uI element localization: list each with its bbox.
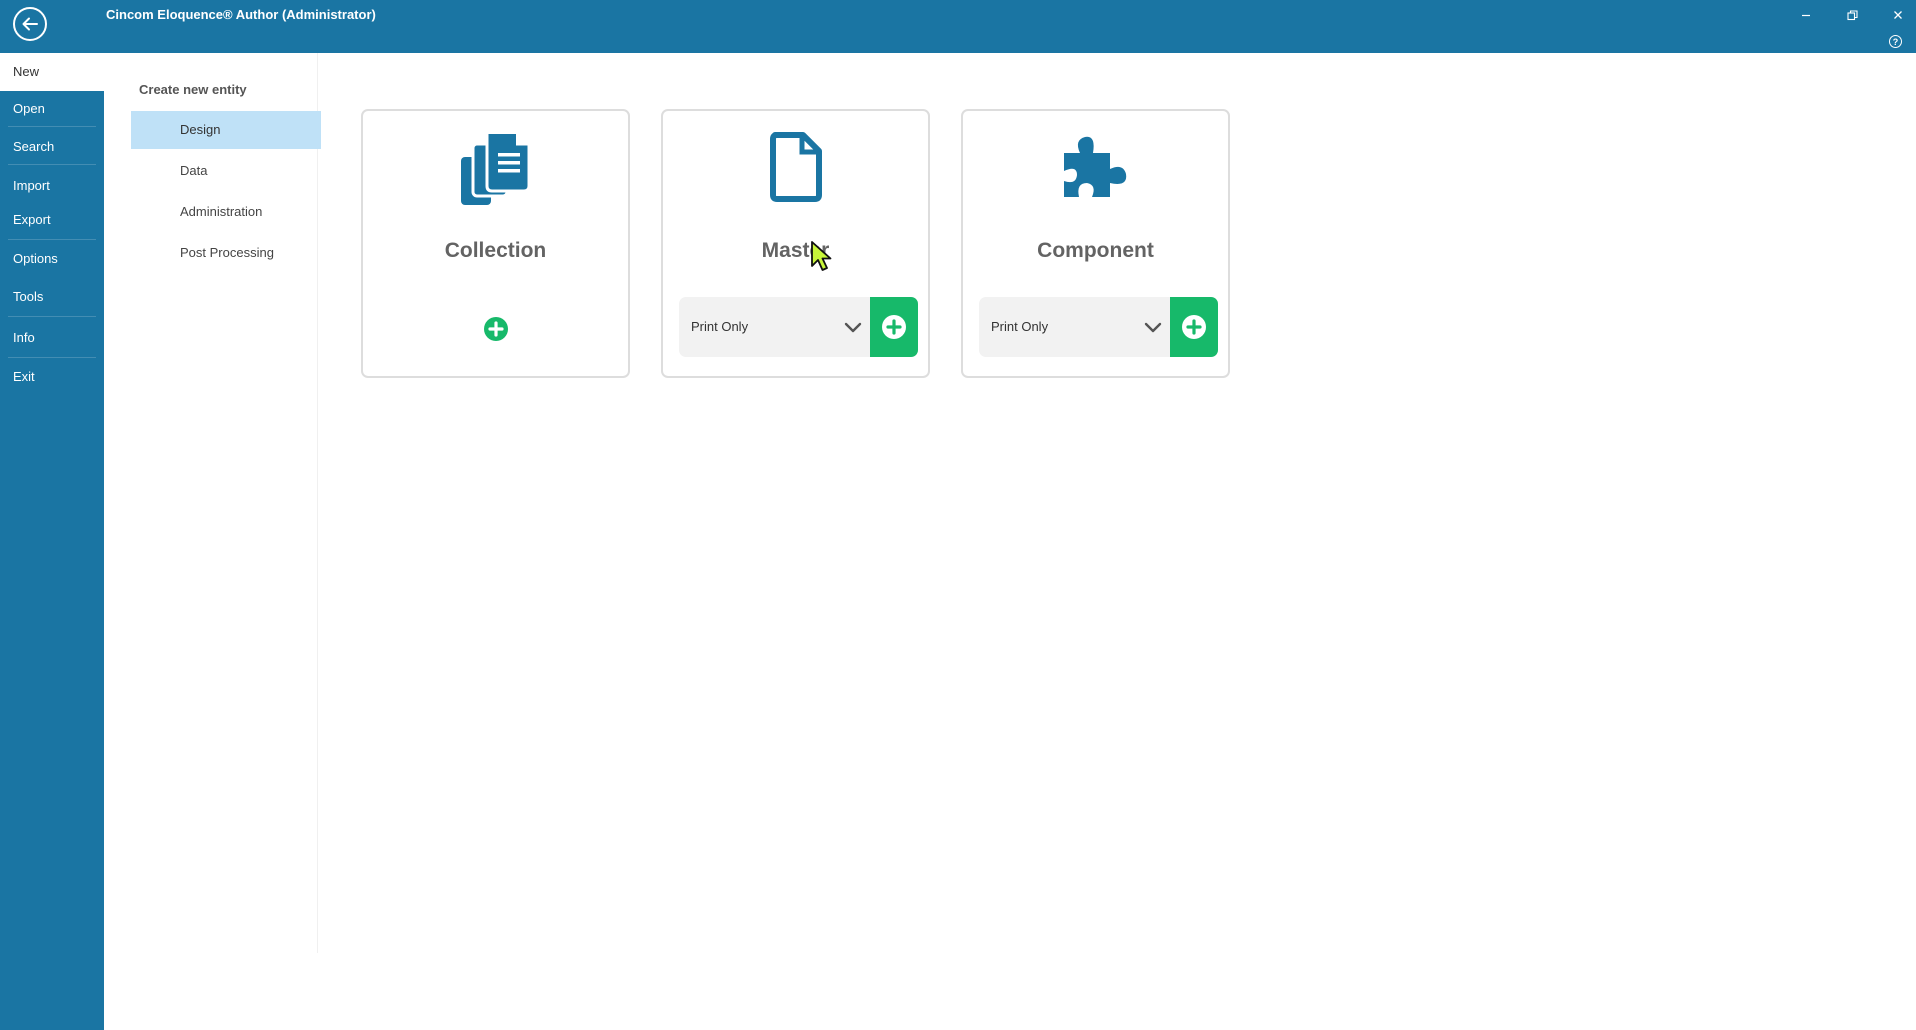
dropdown-value: Print Only bbox=[991, 319, 1049, 334]
category-item-data[interactable]: Data bbox=[131, 152, 321, 190]
document-icon bbox=[769, 132, 822, 202]
mouse-cursor-icon bbox=[811, 241, 832, 271]
close-icon bbox=[1894, 11, 1902, 19]
nav-item-label: Import bbox=[13, 178, 50, 193]
nav-item-new[interactable]: New bbox=[0, 53, 104, 91]
add-component-button[interactable] bbox=[1170, 297, 1218, 357]
nav-item-label: Tools bbox=[13, 289, 44, 304]
nav-item-label: Search bbox=[13, 139, 55, 154]
nav-item-label: New bbox=[13, 64, 40, 79]
close-button[interactable] bbox=[1886, 6, 1910, 24]
category-item-administration[interactable]: Administration bbox=[131, 193, 321, 231]
back-button[interactable] bbox=[13, 7, 47, 41]
documents-stack-icon bbox=[460, 131, 530, 205]
component-card[interactable]: Component Print Only bbox=[961, 109, 1230, 378]
minimize-button[interactable] bbox=[1794, 6, 1818, 24]
category-item-design[interactable]: Design bbox=[131, 111, 321, 149]
nav-item-open[interactable]: Open bbox=[0, 101, 104, 116]
chevron-down-icon bbox=[1144, 322, 1162, 333]
card-title: Master bbox=[761, 239, 830, 262]
component-type-dropdown[interactable]: Print Only bbox=[979, 297, 1170, 357]
help-label: ? bbox=[1892, 36, 1899, 47]
nav-item-export[interactable]: Export bbox=[0, 212, 104, 227]
nav-item-label: Options bbox=[13, 251, 58, 266]
arrow-left-icon bbox=[22, 17, 38, 31]
window-title: Cincom Eloquence® Author (Administrator) bbox=[106, 7, 376, 22]
nav-item-search[interactable]: Search bbox=[0, 139, 104, 154]
dropdown-value: Print Only bbox=[691, 319, 749, 334]
nav-item-import[interactable]: Import bbox=[0, 178, 104, 193]
nav-divider bbox=[8, 316, 96, 317]
category-label: Administration bbox=[180, 204, 263, 219]
chevron-down-icon bbox=[844, 322, 862, 333]
nav-divider bbox=[8, 239, 96, 240]
puzzle-piece-icon bbox=[1063, 136, 1126, 197]
category-item-post-processing[interactable]: Post Processing bbox=[131, 234, 321, 272]
category-header: Create new entity bbox=[139, 82, 247, 97]
nav-item-label: Open bbox=[13, 101, 45, 116]
restore-button[interactable] bbox=[1840, 6, 1864, 24]
card-title: Component bbox=[1037, 239, 1154, 262]
restore-icon bbox=[1846, 9, 1858, 20]
nav-item-label: Exit bbox=[13, 369, 35, 384]
minimize-icon bbox=[1802, 14, 1810, 17]
nav-divider bbox=[8, 126, 96, 127]
category-label: Post Processing bbox=[180, 245, 274, 260]
help-button[interactable]: ? bbox=[1889, 35, 1902, 48]
category-label: Data bbox=[180, 163, 208, 178]
nav-divider bbox=[8, 357, 96, 358]
nav-item-label: Export bbox=[13, 212, 51, 227]
category-panel: Create new entity Design Data Administra… bbox=[104, 53, 321, 953]
collection-card[interactable]: Collection bbox=[361, 109, 630, 378]
nav-item-info[interactable]: Info bbox=[0, 330, 104, 345]
nav-item-options[interactable]: Options bbox=[0, 251, 104, 266]
plus-circle-icon bbox=[1182, 315, 1206, 339]
master-type-dropdown[interactable]: Print Only bbox=[679, 297, 870, 357]
add-master-button[interactable] bbox=[870, 297, 918, 357]
plus-circle-icon bbox=[882, 315, 906, 339]
nav-item-tools[interactable]: Tools bbox=[0, 289, 104, 304]
category-label: Design bbox=[180, 122, 221, 137]
card-title: Collection bbox=[444, 239, 547, 262]
backstage-nav: New Open Search Import Export Options To… bbox=[0, 53, 104, 1030]
nav-divider bbox=[8, 164, 96, 165]
title-bar: Cincom Eloquence® Author (Administrator)… bbox=[0, 0, 1916, 53]
add-collection-button[interactable] bbox=[483, 316, 509, 342]
master-card[interactable]: Master Print Only bbox=[661, 109, 930, 378]
nav-item-exit[interactable]: Exit bbox=[0, 369, 104, 384]
nav-item-label: Info bbox=[13, 330, 35, 345]
